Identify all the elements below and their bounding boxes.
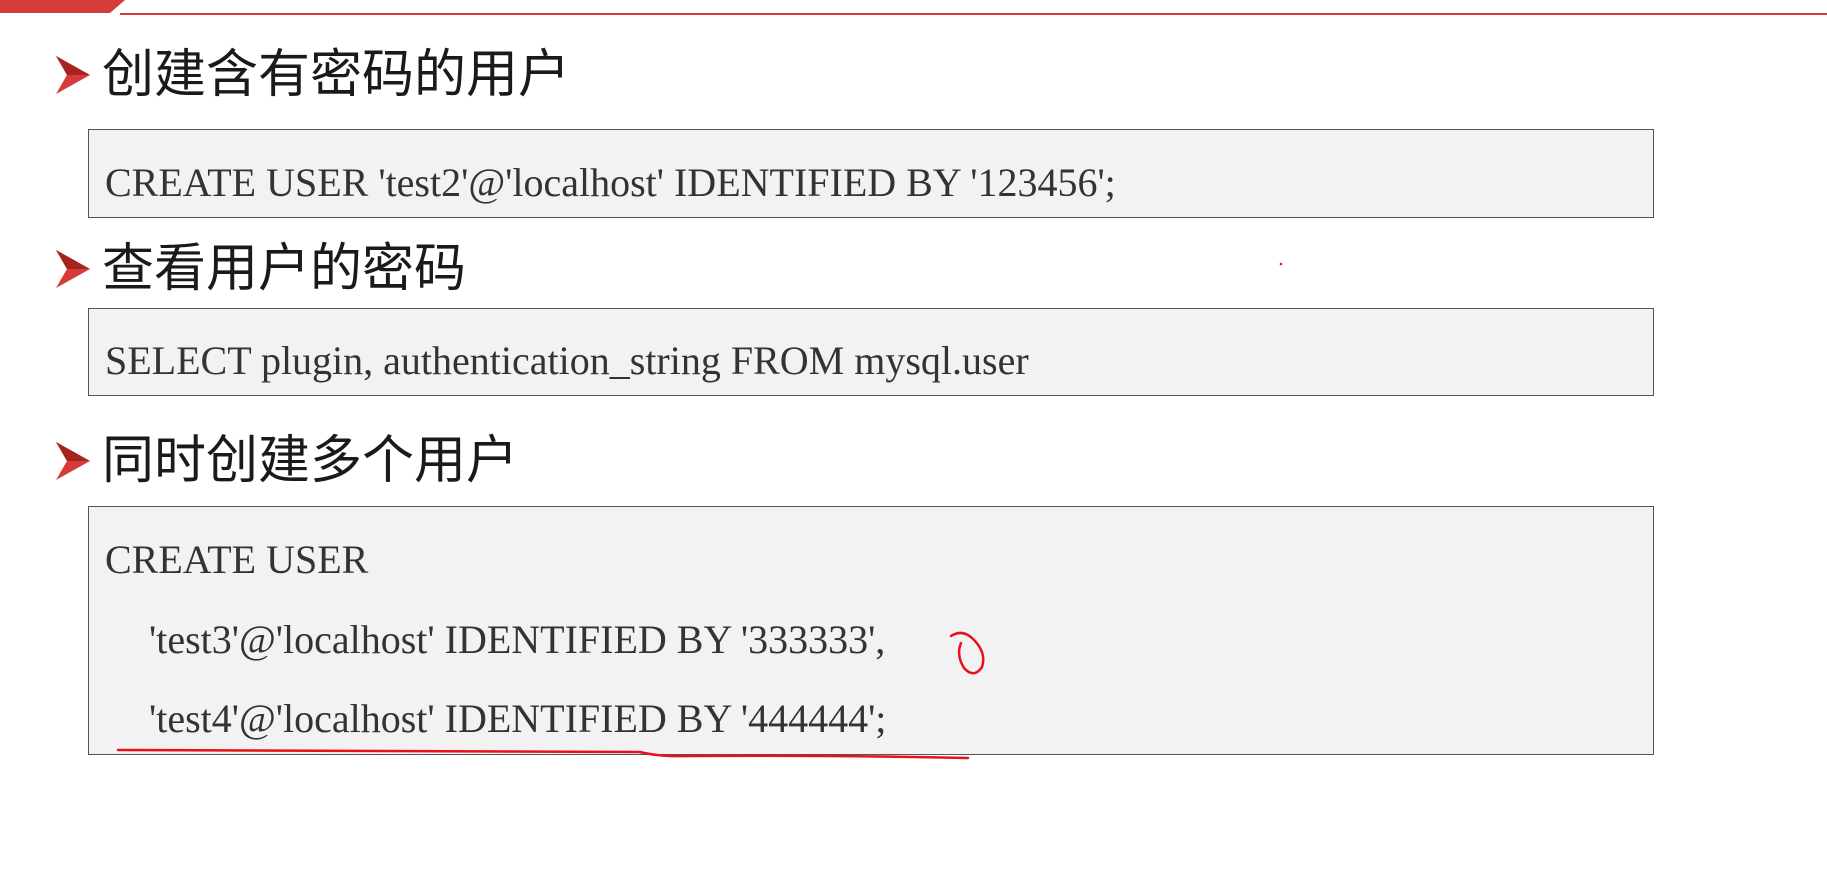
code-block-create-user: CREATE USER 'test2'@'localhost' IDENTIFI… (88, 129, 1654, 218)
section-heading-text: 查看用户的密码 (102, 239, 467, 299)
code-line: CREATE USER 'test2'@'localhost' IDENTIFI… (105, 160, 1116, 205)
arrow-bullet-icon (56, 442, 90, 480)
code-line: 'test4'@'localhost' IDENTIFIED BY '44444… (149, 696, 887, 741)
section-heading-text: 创建含有密码的用户 (102, 45, 571, 105)
arrow-bullet-icon (56, 250, 90, 288)
pen-dot-annotation (1279, 262, 1283, 266)
code-line: 'test3'@'localhost' IDENTIFIED BY '33333… (149, 617, 886, 662)
code-line: SELECT plugin, authentication_string FRO… (105, 338, 1029, 383)
section-heading-create-multiple-users: 同时创建多个用户 (54, 426, 518, 496)
code-line: CREATE USER (105, 537, 369, 582)
arrow-bullet-icon (56, 56, 90, 94)
slide-top-band (0, 0, 1827, 16)
section-heading-view-user-password: 查看用户的密码 (54, 234, 466, 304)
slide-top-accent (0, 0, 125, 13)
section-heading-text: 同时创建多个用户 (102, 431, 519, 491)
slide-top-rule (120, 13, 1827, 15)
code-block-create-multiple-users: CREATE USER 'test3'@'localhost' IDENTIFI… (88, 506, 1654, 755)
section-heading-create-user-with-password: 创建含有密码的用户 (54, 40, 570, 110)
code-block-select-password: SELECT plugin, authentication_string FRO… (88, 308, 1654, 396)
